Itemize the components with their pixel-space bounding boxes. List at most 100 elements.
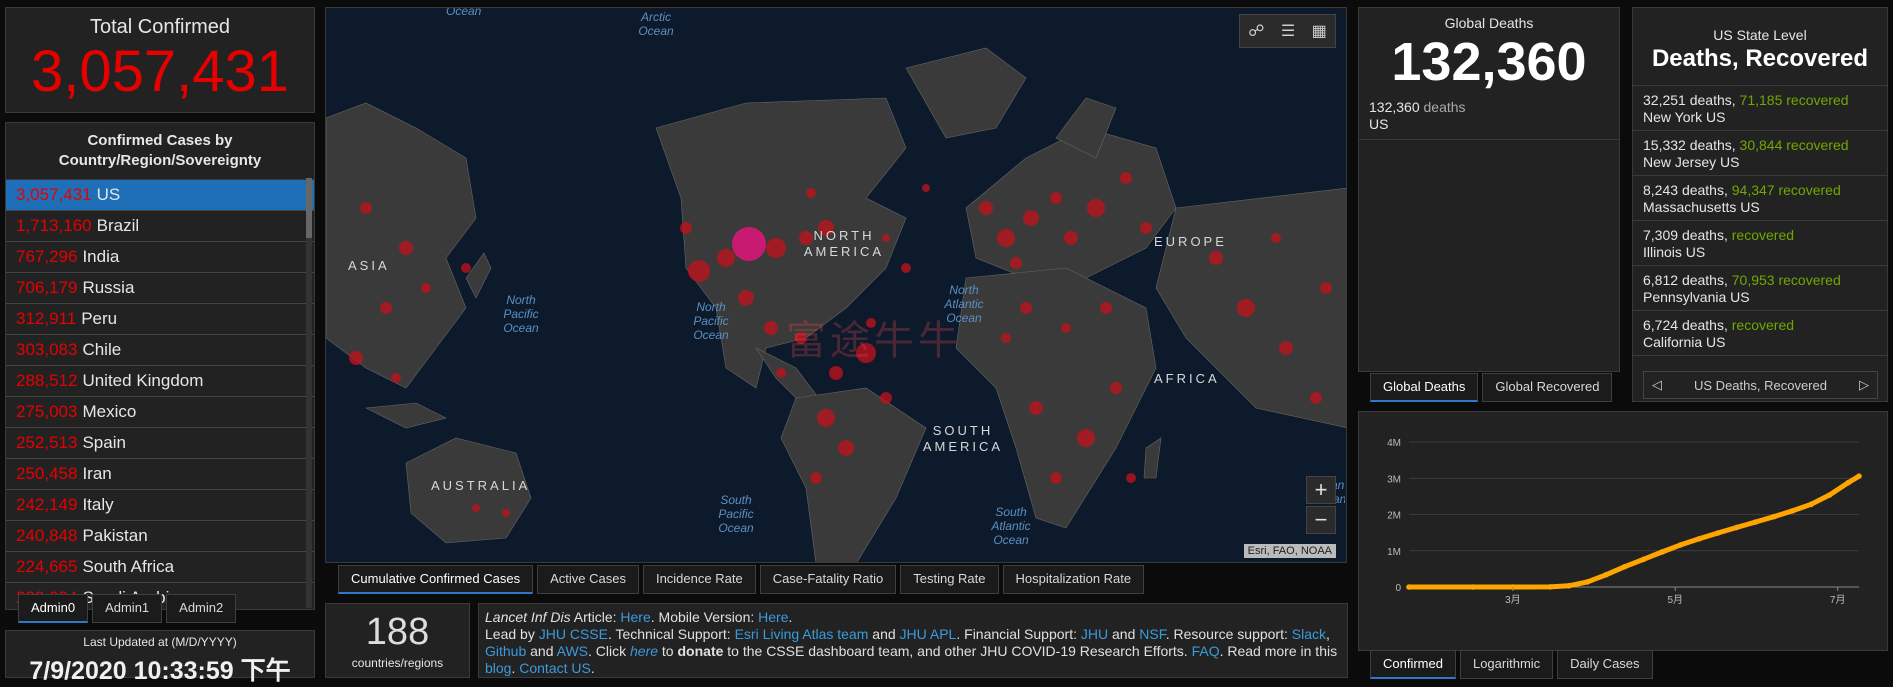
country-list-scroll-thumb[interactable]	[306, 178, 312, 238]
country-list: 3,057,431 US 1,713,160 Brazil 767,296 India 70…	[6, 180, 314, 609]
state-recovered-word: recovered	[1786, 137, 1849, 153]
previous-icon[interactable]: ◁	[1652, 377, 1662, 393]
confirmed-series-line	[1406, 473, 1862, 590]
jhu-apl-link[interactable]: JHU APL	[900, 626, 957, 642]
list-item[interactable]: 288,512 United Kingdom	[6, 366, 314, 397]
tab-confirmed[interactable]: Confirmed	[1370, 650, 1456, 679]
tab-hospitalization-rate[interactable]: Hospitalization Rate	[1002, 565, 1145, 594]
aws-link[interactable]: AWS	[557, 643, 588, 659]
us-state-panel: US State Level Deaths, Recovered 32,251 …	[1632, 7, 1888, 402]
info-text: Article:	[570, 609, 621, 625]
donate-here-link[interactable]: here	[630, 643, 658, 659]
tab-incidence-rate[interactable]: Incidence Rate	[642, 565, 756, 594]
list-item[interactable]: 250,458 Iran	[6, 459, 314, 490]
info-text: . Resource support:	[1165, 626, 1292, 642]
list-item[interactable]: 706,179 Russia	[6, 273, 314, 304]
tab-global-recovered[interactable]: Global Recovered	[1482, 373, 1613, 402]
tab-admin2[interactable]: Admin2	[166, 594, 237, 623]
data-point	[1826, 492, 1833, 498]
bookmark-icon[interactable]: ☍	[1248, 21, 1264, 41]
x-tick-label: 3月	[1505, 594, 1521, 606]
global-deaths-row[interactable]: 132,360 deaths US	[1359, 91, 1619, 140]
tab-cumulative-confirmed[interactable]: Cumulative Confirmed Cases	[338, 565, 534, 594]
list-item[interactable]: 15,332 deaths, 30,844 recovered New Jerse…	[1633, 131, 1887, 176]
mobile-version-link[interactable]: Here	[758, 609, 788, 625]
list-item[interactable]: 32,251 deaths, 71,185 recovered New York …	[1633, 86, 1887, 131]
data-point	[1677, 542, 1684, 548]
jhu-csse-link[interactable]: JHU CSSE	[539, 626, 608, 642]
world-map[interactable]: Ocean Arctic Ocean North Pacific Ocean N…	[325, 7, 1347, 563]
blog-link[interactable]: blog	[485, 660, 511, 676]
state-name: California US	[1643, 334, 1726, 350]
tab-active-cases[interactable]: Active Cases	[537, 565, 639, 594]
zoom-out-button[interactable]: −	[1306, 506, 1336, 534]
github-link[interactable]: Github	[485, 643, 526, 659]
data-point	[1770, 513, 1777, 520]
country-list-scrollbar[interactable]	[306, 178, 312, 608]
us-state-nav: ◁ US Deaths, Recovered ▷	[1643, 371, 1878, 399]
total-confirmed-panel: Total Confirmed 3,057,431	[5, 7, 315, 113]
list-item[interactable]: 312,911 Peru	[6, 304, 314, 335]
data-point	[1845, 479, 1852, 486]
info-text: and	[526, 643, 557, 659]
data-point	[1659, 549, 1665, 555]
tab-logarithmic[interactable]: Logarithmic	[1459, 650, 1554, 679]
state-deaths-word: deaths,	[1689, 92, 1736, 108]
data-point	[1603, 571, 1609, 578]
tab-global-deaths[interactable]: Global Deaths	[1370, 373, 1479, 402]
article-link[interactable]: Here	[620, 609, 650, 625]
data-point	[1715, 530, 1721, 536]
global-deaths-label: Global Deaths	[1444, 15, 1534, 31]
state-name: New Jersey US	[1643, 154, 1740, 170]
list-item[interactable]: 275,003 Mexico	[6, 397, 314, 428]
info-panel: Lancet Inf Dis Article: Here. Mobile Ver…	[478, 603, 1348, 678]
tab-testing-rate[interactable]: Testing Rate	[900, 565, 999, 594]
next-icon[interactable]: ▷	[1859, 377, 1869, 393]
state-recovered-word: recovered	[1731, 317, 1795, 333]
faq-link[interactable]: FAQ	[1192, 643, 1220, 659]
list-item[interactable]: 6,262 deaths, 52,841 recovered	[1633, 356, 1887, 358]
country-confirmed-value: 288,512	[16, 371, 78, 390]
list-item[interactable]: 224,665 South Africa	[6, 552, 314, 583]
info-text: ,	[1326, 626, 1330, 642]
data-point	[1547, 584, 1553, 590]
y-tick-label: 3M	[1387, 474, 1401, 485]
list-item[interactable]: 767,296 India	[6, 242, 314, 273]
country-confirmed-value: 1,713,160	[16, 216, 92, 235]
list-item[interactable]: 7,309 deaths, recovered Illinois US	[1633, 221, 1887, 266]
journal-name: Lancet Inf Dis	[485, 609, 571, 625]
tab-admin1[interactable]: Admin1	[92, 594, 163, 623]
list-icon[interactable]: ☰	[1281, 21, 1295, 41]
list-item[interactable]: 6,812 deaths, 70,953 recovered Pennsylvan…	[1633, 266, 1887, 311]
state-recovered-value: 70,953	[1731, 272, 1775, 288]
list-item[interactable]: 242,149 Italy	[6, 490, 314, 521]
country-confirmed-value: 242,149	[16, 495, 78, 514]
state-deaths-value: 15,332	[1643, 137, 1686, 153]
list-item[interactable]: 252,513 Spain	[6, 428, 314, 459]
tab-admin0[interactable]: Admin0	[18, 594, 89, 623]
global-deaths-value: 132,360	[1391, 32, 1587, 92]
info-text: and	[868, 626, 900, 642]
info-text: .	[590, 660, 595, 676]
esri-link[interactable]: Esri Living Atlas team	[735, 626, 869, 642]
basemap-gallery-icon[interactable]: ▦	[1312, 21, 1327, 41]
slack-link[interactable]: Slack	[1292, 626, 1326, 642]
list-item[interactable]: 8,243 deaths, 94,347 recovered Massachuse…	[1633, 176, 1887, 221]
list-item[interactable]: 3,057,431 US	[6, 180, 314, 211]
country-confirmed-value: 706,179	[16, 278, 78, 297]
country-name: Pakistan	[82, 526, 148, 545]
watermark: 富途牛牛	[786, 319, 962, 363]
info-text: to the CSSE dashboard team, and other JH…	[723, 643, 1192, 659]
tab-daily-cases[interactable]: Daily Cases	[1557, 650, 1653, 679]
info-text: to	[658, 643, 678, 659]
zoom-in-button[interactable]: +	[1306, 476, 1336, 504]
list-item[interactable]: 240,848 Pakistan	[6, 521, 314, 552]
list-item[interactable]: 6,724 deaths, recovered California US	[1633, 311, 1887, 356]
jhu-link[interactable]: JHU	[1081, 626, 1108, 642]
list-item[interactable]: 1,713,160 Brazil	[6, 211, 314, 242]
country-name: Iran	[82, 464, 112, 483]
nsf-link[interactable]: NSF	[1139, 626, 1165, 642]
contact-link[interactable]: Contact US	[519, 660, 591, 676]
tab-case-fatality-ratio[interactable]: Case-Fatality Ratio	[759, 565, 897, 594]
list-item[interactable]: 303,083 Chile	[6, 335, 314, 366]
